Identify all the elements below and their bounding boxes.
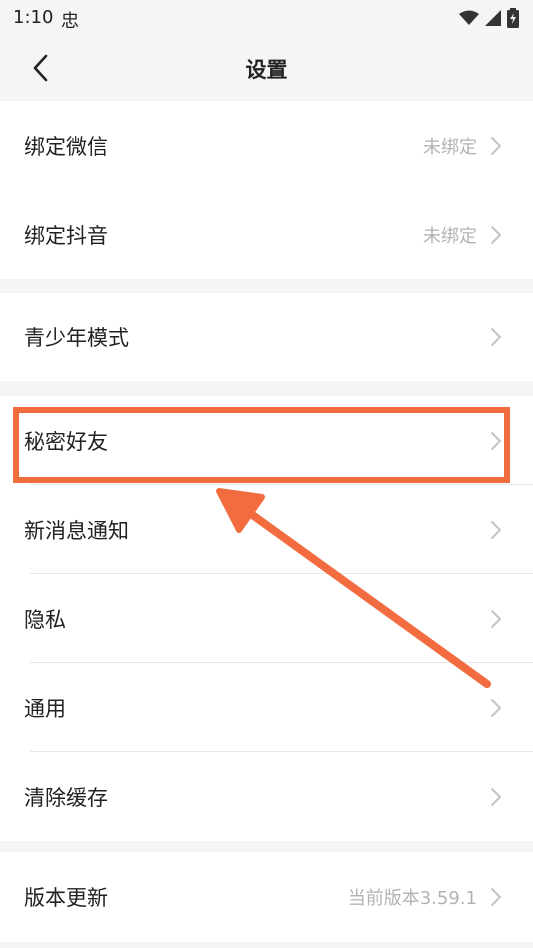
chevron-right-icon: [491, 328, 501, 346]
settings-item-bind-wechat[interactable]: 绑定微信 未绑定: [0, 101, 533, 190]
settings-item-label: 新消息通知: [24, 518, 129, 543]
chevron-right-icon: [491, 698, 501, 717]
settings-item-privacy[interactable]: 隐私: [0, 574, 533, 663]
notification-app-icon: 忠: [61, 11, 79, 32]
chevron-right-icon: [491, 520, 501, 539]
settings-item-label: 青少年模式: [24, 326, 129, 350]
wifi-icon: [459, 10, 479, 25]
settings-item-label: 绑定抖音: [24, 223, 108, 248]
teen-mode-section: 青少年模式: [0, 293, 533, 381]
page-title: 设置: [245, 58, 288, 82]
cellular-signal-icon: [485, 10, 501, 26]
settings-item-teen-mode[interactable]: 青少年模式: [0, 293, 533, 381]
nav-bar: 设置: [0, 36, 533, 100]
settings-item-label: 清除缓存: [24, 785, 108, 810]
chevron-right-icon: [491, 225, 501, 244]
account-binding-section: 绑定微信 未绑定 绑定抖音 未绑定: [0, 101, 533, 279]
chevron-right-icon: [491, 787, 501, 806]
settings-item-clear-cache[interactable]: 清除缓存: [0, 752, 533, 841]
settings-item-label: 绑定微信: [24, 134, 108, 159]
chevron-right-icon: [491, 136, 501, 155]
annotation-highlight-box: [13, 407, 510, 483]
settings-item-label: 版本更新: [24, 886, 108, 910]
battery-icon: [507, 8, 519, 28]
settings-screen: 1:10 忠 设置 绑定微信 未绑定 绑定抖音 未绑定 青少年模式 秘密好友 新…: [0, 0, 533, 948]
settings-item-bind-douyin[interactable]: 绑定抖音 未绑定: [0, 190, 533, 279]
chevron-right-icon: [491, 888, 501, 906]
status-bar: 1:10 忠: [0, 0, 533, 36]
settings-item-notifications[interactable]: 新消息通知: [0, 485, 533, 574]
status-icons: [459, 8, 519, 28]
binding-status: 未绑定: [423, 136, 477, 158]
status-time: 1:10: [13, 7, 54, 28]
binding-status: 未绑定: [423, 225, 477, 247]
settings-item-version-update[interactable]: 版本更新 当前版本3.59.1: [0, 852, 533, 942]
settings-item-label: 隐私: [24, 607, 66, 632]
settings-item-label: 通用: [24, 696, 66, 721]
chevron-right-icon: [491, 609, 501, 628]
settings-item-general[interactable]: 通用: [0, 663, 533, 752]
version-section: 版本更新 当前版本3.59.1: [0, 852, 533, 942]
current-version: 当前版本3.59.1: [347, 888, 477, 909]
